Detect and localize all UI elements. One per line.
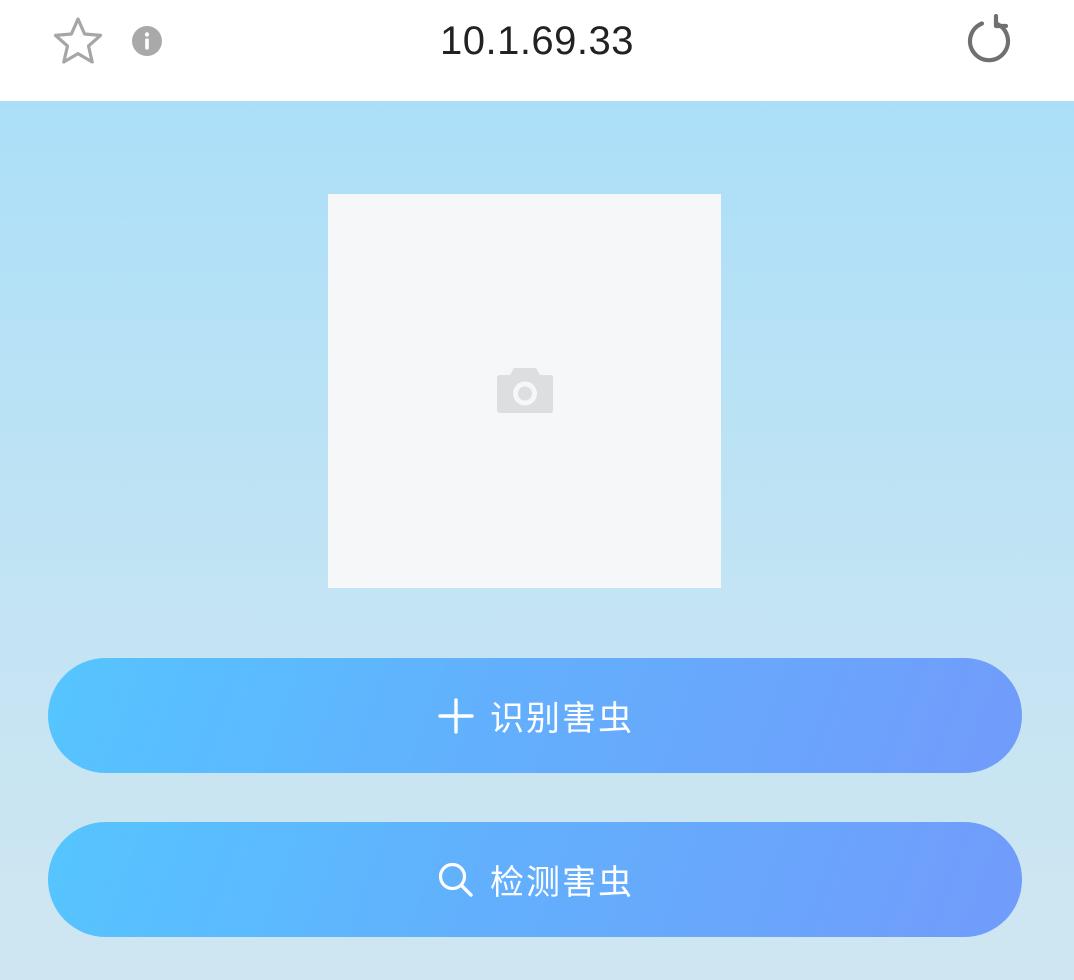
page-content: 识别害虫 检测害虫 [0, 101, 1074, 980]
detect-pest-label: 检测害虫 [490, 863, 634, 903]
search-icon [436, 860, 476, 900]
identify-pest-button[interactable]: 识别害虫 [48, 658, 1022, 773]
camera-icon [496, 364, 554, 418]
identify-pest-label: 识别害虫 [490, 699, 634, 739]
plus-icon [436, 696, 476, 736]
reload-icon[interactable] [960, 14, 1018, 68]
bookmark-star-icon[interactable] [50, 14, 106, 68]
info-circle-icon[interactable] [130, 24, 164, 58]
browser-address-bar: 10.1.69.33 [0, 0, 1074, 101]
detect-pest-button[interactable]: 检测害虫 [48, 822, 1022, 937]
image-upload-area[interactable] [328, 194, 721, 588]
